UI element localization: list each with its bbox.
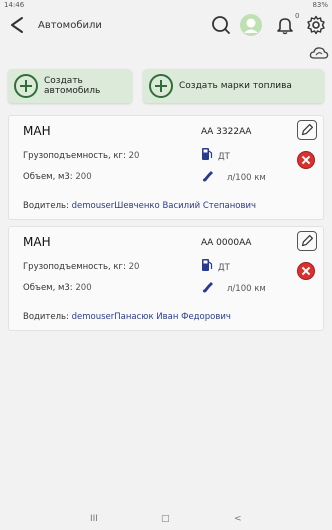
delete-icon[interactable] (297, 151, 315, 169)
recents-button[interactable]: III (90, 514, 98, 524)
system-nav-bar: III □ < (0, 510, 332, 530)
fuel-type: ДТ (218, 152, 230, 162)
gear-icon[interactable] (306, 15, 326, 35)
volume-row: Объем, м3: 200 (23, 283, 92, 293)
user-avatar-icon[interactable] (239, 13, 263, 37)
add-circle-icon (149, 74, 173, 98)
nav-back-button[interactable]: < (234, 514, 242, 524)
capacity-label: Грузоподъемность, кг: (23, 151, 126, 161)
create-car-button[interactable]: Создать автомобиль (8, 69, 132, 103)
page-title: Автомобили (38, 20, 102, 31)
volume-label: Объем, м3: (23, 172, 73, 182)
notification-count-badge: 0 (295, 12, 300, 20)
driver-row: Водитель: demouserПанасюк Иван Федорович (23, 312, 231, 322)
fuel-nozzle-icon (203, 282, 213, 293)
back-arrow-icon[interactable] (8, 15, 28, 35)
car-name: МАН (23, 124, 51, 138)
volume-value: 200 (75, 172, 92, 182)
create-fuel-brand-button[interactable]: Создать марки топлива (143, 69, 324, 103)
driver-name: demouserПанасюк Иван Федорович (71, 312, 231, 322)
driver-label: Водитель: (23, 201, 69, 211)
car-plate: АА 0000АА (201, 238, 252, 248)
driver-row: Водитель: demouserШевченко Василий Степа… (23, 201, 256, 211)
battery-level: 83% (312, 1, 328, 9)
status-bar: 14:46 83% (0, 0, 332, 10)
capacity-row: Грузоподъемность, кг: 20 (23, 262, 139, 272)
car-card[interactable]: МАН АА 3322АА Грузоподъемность, кг: 20 Д… (8, 115, 324, 220)
app-bar: Автомобили 0 (0, 10, 332, 42)
driver-label: Водитель: (23, 312, 69, 322)
status-time: 14:46 (4, 1, 25, 9)
edit-pencil-icon[interactable] (297, 120, 317, 140)
capacity-value: 20 (128, 151, 140, 161)
capacity-value: 20 (128, 262, 140, 272)
volume-row: Объем, м3: 200 (23, 172, 92, 182)
delete-icon[interactable] (297, 262, 315, 280)
driver-name: demouserШевченко Василий Степанович (71, 201, 257, 211)
volume-label: Объем, м3: (23, 283, 73, 293)
search-icon[interactable] (211, 15, 231, 35)
capacity-row: Грузоподъемность, кг: 20 (23, 151, 139, 161)
bell-icon[interactable] (275, 15, 295, 35)
consumption-unit: л/100 км (227, 173, 266, 183)
edit-pencil-icon[interactable] (297, 231, 317, 251)
capacity-label: Грузоподъемность, кг: (23, 262, 126, 272)
cloud-sync-icon[interactable] (309, 45, 329, 61)
action-bar: Создать автомобиль Создать марки топлива (8, 69, 324, 105)
fuel-pump-icon (202, 259, 213, 271)
create-fuel-brand-label: Создать марки топлива (179, 81, 292, 91)
fuel-pump-icon (202, 148, 213, 160)
home-button[interactable]: □ (161, 514, 170, 524)
create-car-label: Создать автомобиль (44, 76, 101, 96)
car-plate: АА 3322АА (201, 127, 252, 137)
fuel-nozzle-icon (203, 171, 213, 182)
volume-value: 200 (75, 283, 92, 293)
car-name: МАН (23, 235, 51, 249)
add-circle-icon (14, 74, 38, 98)
car-card[interactable]: МАН АА 0000АА Грузоподъемность, кг: 20 Д… (8, 226, 324, 331)
fuel-type: ДТ (218, 263, 230, 273)
consumption-unit: л/100 км (227, 284, 266, 294)
